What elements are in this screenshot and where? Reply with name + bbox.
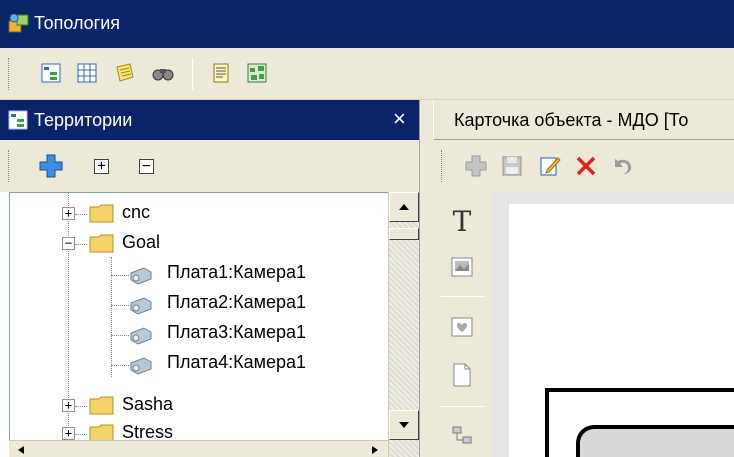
connector-tool-icon <box>452 426 472 444</box>
tool-separator <box>441 406 485 407</box>
binoculars-button[interactable] <box>150 60 176 86</box>
tree-expander[interactable]: − <box>62 237 75 250</box>
notes-icon <box>116 63 134 82</box>
tree-expander[interactable]: + <box>62 427 75 440</box>
tree-vertical-scrollbar[interactable] <box>388 192 419 457</box>
add-icon <box>465 155 487 177</box>
panel-splitter[interactable] <box>419 100 433 457</box>
toolbar-grip[interactable] <box>8 58 11 90</box>
add-cross-icon <box>39 154 63 178</box>
territory-tree[interactable]: + cnc − Goal Плата1:Камера1 Плата2:Камер… <box>9 192 419 457</box>
object-card-header[interactable]: Карточка объекта - МДО [То <box>433 100 734 140</box>
tree-connector <box>68 193 69 456</box>
arrow-up-icon <box>399 204 409 210</box>
territories-toolbar: + − <box>0 140 419 192</box>
folder-icon <box>89 234 114 253</box>
document-list-button[interactable] <box>208 60 234 86</box>
document-list-icon <box>213 63 229 83</box>
tree-item[interactable]: Плата3:Камера1 <box>167 322 306 343</box>
save-button[interactable] <box>499 153 525 179</box>
image-tool-button[interactable] <box>445 250 479 284</box>
tree-connector <box>75 244 87 245</box>
binoculars-icon <box>152 69 174 81</box>
map-icon <box>247 63 267 83</box>
page-tool-button[interactable] <box>445 358 479 392</box>
canvas-rounded-shape[interactable] <box>576 425 734 457</box>
window-title: Топология <box>34 13 121 33</box>
tree-item[interactable]: Sasha <box>122 394 173 415</box>
tree-item[interactable]: Плата4:Камера1 <box>167 352 306 373</box>
scroll-down-button[interactable] <box>389 410 419 440</box>
delete-button[interactable] <box>573 153 599 179</box>
arrow-down-icon <box>399 422 409 428</box>
tree-connector <box>111 305 129 306</box>
grid-view-button[interactable] <box>74 60 100 86</box>
arrow-left-icon[interactable] <box>17 445 25 455</box>
tree-view-button[interactable] <box>38 60 64 86</box>
delete-icon <box>576 156 596 176</box>
camera-icon <box>130 297 152 315</box>
save-icon <box>502 156 522 176</box>
tree-item[interactable]: Плата2:Камера1 <box>167 292 306 313</box>
toolbar-grip[interactable] <box>8 150 11 182</box>
object-card-canvas[interactable] <box>493 192 734 457</box>
object-card-title: Карточка объекта - МДО [То <box>454 110 689 130</box>
scroll-thumb[interactable] <box>389 228 419 240</box>
notes-button[interactable] <box>112 60 138 86</box>
main-toolbar <box>0 48 734 100</box>
arrow-right-icon[interactable] <box>371 445 379 455</box>
close-panel-button[interactable]: × <box>393 106 406 132</box>
collapse-all-button[interactable]: − <box>139 159 154 174</box>
camera-icon <box>130 327 152 345</box>
territories-panel-title: Территории <box>34 110 133 130</box>
shape-tool-icon <box>451 317 473 337</box>
scroll-up-button[interactable] <box>389 192 419 222</box>
folder-icon <box>89 204 114 223</box>
camera-icon <box>130 357 152 375</box>
tree-item[interactable]: cnc <box>122 202 150 223</box>
tree-view-icon <box>8 110 28 130</box>
tree-connector <box>111 275 129 276</box>
object-card-toolbar <box>433 140 734 192</box>
page-tool-icon <box>453 363 471 387</box>
map-button[interactable] <box>244 60 270 86</box>
folder-icon <box>89 396 114 415</box>
add-territory-button[interactable] <box>38 153 64 179</box>
window-titlebar[interactable]: Топология <box>0 0 734 48</box>
edit-button[interactable] <box>537 153 563 179</box>
tree-connector <box>75 434 87 435</box>
undo-button[interactable] <box>609 153 635 179</box>
toolbar-grip[interactable] <box>441 150 444 182</box>
tree-connector <box>111 335 129 336</box>
territories-panel-header: Территории × <box>0 100 419 140</box>
tree-connector <box>75 214 87 215</box>
add-button[interactable] <box>463 153 489 179</box>
text-tool-icon[interactable]: T <box>445 204 479 238</box>
connector-tool-button[interactable] <box>445 418 479 452</box>
image-tool-icon <box>451 257 473 277</box>
expand-all-button[interactable]: + <box>94 159 109 174</box>
tree-horizontal-scrollbar[interactable] <box>9 440 388 457</box>
object-card-tools: T <box>433 192 493 457</box>
tree-item[interactable]: Плата1:Камера1 <box>167 262 306 283</box>
tree-expander[interactable]: + <box>62 399 75 412</box>
tree-item[interactable]: Goal <box>122 232 160 253</box>
topology-app-icon <box>8 13 29 33</box>
tree-view-icon <box>41 63 61 83</box>
shape-tool-button[interactable] <box>445 310 479 344</box>
tree-expander[interactable]: + <box>62 207 75 220</box>
undo-icon <box>615 159 632 174</box>
grid-view-icon <box>77 63 97 83</box>
tree-connector <box>75 406 87 407</box>
toolbar-separator <box>192 58 193 90</box>
tool-separator <box>441 296 485 297</box>
camera-icon <box>130 267 152 285</box>
edit-icon <box>540 157 561 176</box>
tree-connector <box>111 365 129 366</box>
